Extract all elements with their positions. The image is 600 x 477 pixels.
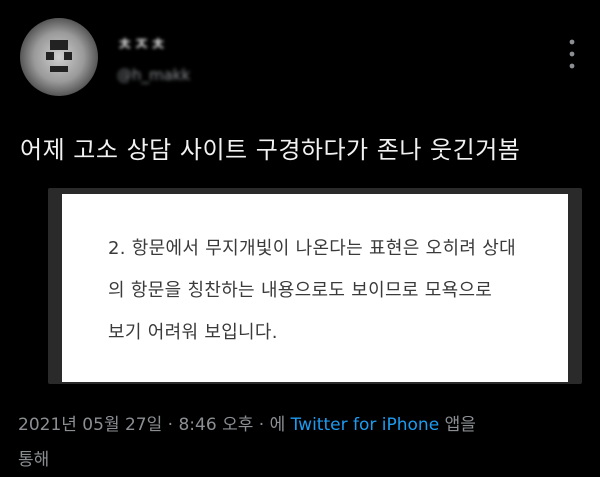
avatar-pixel (64, 52, 72, 60)
avatar-pixel (50, 40, 68, 50)
via-suffix: 앱을 (444, 415, 476, 435)
image-text-line-2: 의 항문을 칭찬하는 내용으로도 보이므로 모욕으로 (108, 280, 493, 301)
tweet: ㅊㅈㅊ @h_makk 어제 고소 상담 사이트 구경하다가 존나 웃긴거봄 2… (0, 0, 600, 477)
user-handle[interactable]: @h_makk (117, 66, 190, 84)
avatar[interactable] (20, 18, 98, 96)
image-paper: 2. 항문에서 무지개빛이 나온다는 표현은 오히려 상대 의 항문을 칭찬하는… (62, 194, 568, 382)
more-vertical-icon[interactable] (566, 36, 578, 72)
meta-separator: · (258, 415, 265, 435)
tweet-source-link[interactable]: Twitter for iPhone (291, 415, 440, 435)
tweet-time[interactable]: 8:46 오후 (178, 415, 253, 435)
tweet-text: 어제 고소 상담 사이트 구경하다가 존나 웃긴거봄 (20, 136, 521, 164)
avatar-pixel (46, 52, 54, 60)
meta-separator: · (167, 415, 174, 435)
via-suffix-line2: 통해 (18, 450, 50, 470)
via-prefix: 에 (269, 415, 286, 435)
avatar-pixel (50, 66, 68, 72)
tweet-meta: 2021년 05월 27일 · 8:46 오후 · 에 Twitter for … (18, 410, 476, 435)
image-text-line-3: 보기 어려워 보입니다. (108, 322, 278, 343)
image-text-line-1: 2. 항문에서 무지개빛이 나온다는 표현은 오히려 상대 (108, 238, 516, 259)
tweet-image[interactable]: 2. 항문에서 무지개빛이 나온다는 표현은 오히려 상대 의 항문을 칭찬하는… (48, 188, 582, 384)
tweet-date[interactable]: 2021년 05월 27일 (18, 415, 162, 435)
user-name[interactable]: ㅊㅈㅊ (117, 30, 167, 55)
